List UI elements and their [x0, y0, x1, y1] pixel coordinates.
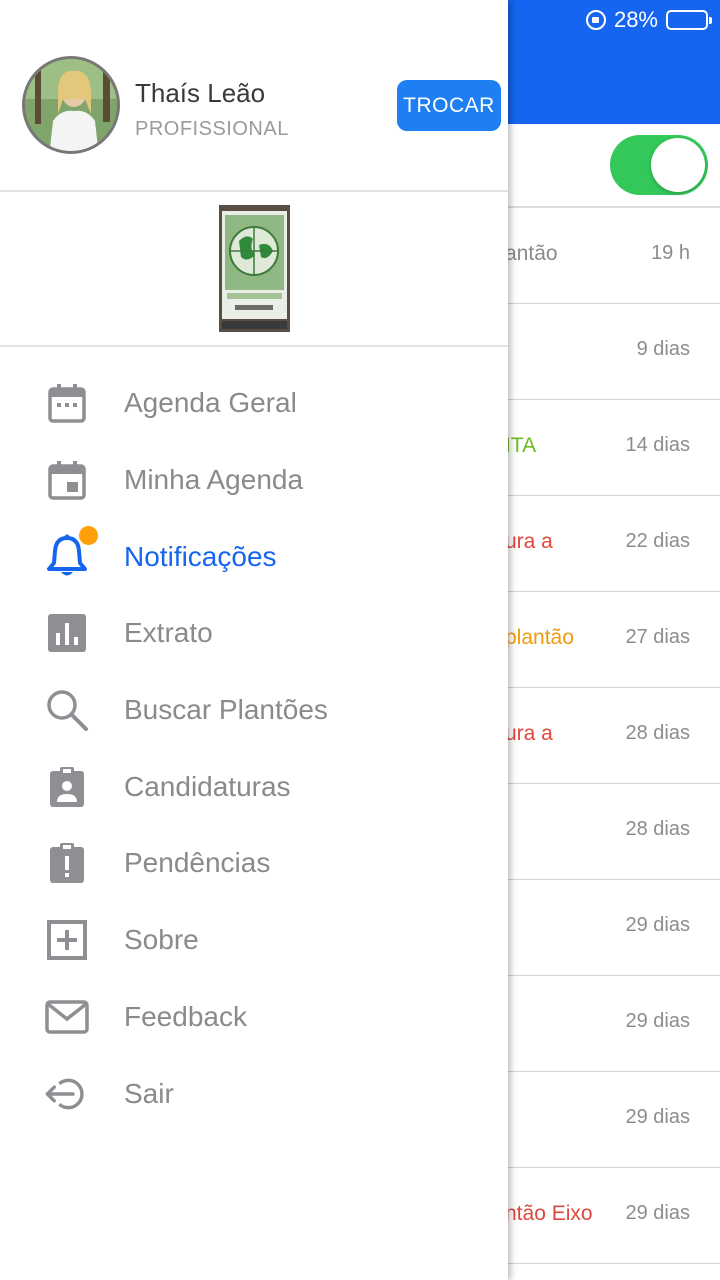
- rotation-lock-icon: [585, 10, 606, 30]
- menu-item-agenda-geral[interactable]: Agenda Geral: [0, 365, 508, 442]
- notification-time: 9 dias: [636, 338, 690, 360]
- menu-item-extrato[interactable]: Extrato: [0, 595, 508, 672]
- notification-time: 28 dias: [625, 818, 691, 840]
- notification-time: 27 dias: [625, 626, 691, 648]
- user-role: PROFISSIONAL: [135, 118, 289, 140]
- menu-item-minha-agenda[interactable]: Minha Agenda: [0, 442, 508, 519]
- battery-icon: [666, 10, 712, 30]
- plus-box-icon: [44, 917, 90, 963]
- menu-item-buscar-plantoes[interactable]: Buscar Plantões: [0, 672, 508, 749]
- organization-logo: [219, 205, 290, 332]
- notification-time: 22 dias: [625, 530, 691, 552]
- toggle-knob: [651, 138, 705, 192]
- profile-header: Thaís Leão PROFISSIONAL TROCAR: [0, 0, 508, 192]
- notification-text: ura a: [505, 722, 553, 745]
- logout-icon: [44, 1071, 90, 1117]
- avatar[interactable]: [22, 56, 120, 154]
- menu-item-label: Agenda Geral: [124, 387, 297, 419]
- calendar-event-icon: [44, 457, 90, 503]
- drawer-menu: Agenda Geral Minha Agenda Notificações Extr…: [0, 365, 508, 1132]
- bell-icon: [44, 525, 98, 580]
- search-icon: [44, 687, 90, 733]
- notification-badge-dot: [79, 525, 98, 545]
- notification-time: 29 dias: [625, 1106, 691, 1128]
- menu-item-label: Candidaturas: [124, 770, 291, 802]
- notification-time: 28 dias: [625, 722, 691, 744]
- menu-item-sair[interactable]: Sair: [0, 1055, 508, 1132]
- menu-item-label: Minha Agenda: [124, 464, 304, 496]
- organization-logo-area: [0, 192, 508, 347]
- notification-text: plantão: [505, 626, 574, 649]
- notification-time: 14 dias: [625, 434, 691, 456]
- battery-percent: 28%: [613, 7, 658, 32]
- notification-time: 29 dias: [625, 914, 691, 936]
- user-name: Thaís Leão: [135, 78, 266, 108]
- notification-text: ura a: [505, 530, 553, 553]
- notification-time: 29 dias: [625, 1010, 691, 1032]
- menu-item-pendencias[interactable]: Pendências: [0, 825, 508, 902]
- menu-item-feedback[interactable]: Feedback: [0, 979, 508, 1056]
- notifications-toggle[interactable]: [610, 135, 708, 195]
- menu-item-sobre[interactable]: Sobre: [0, 902, 508, 979]
- menu-item-label: Notificações: [124, 540, 277, 572]
- menu-item-label: Buscar Plantões: [124, 694, 328, 726]
- switch-profile-button[interactable]: TROCAR: [397, 80, 501, 131]
- menu-item-label: Pendências: [124, 847, 271, 879]
- notification-text: antão: [505, 242, 558, 265]
- menu-item-label: Sair: [124, 1077, 174, 1109]
- notification-time: 29 dias: [625, 1202, 691, 1224]
- menu-item-label: Sobre: [124, 924, 199, 956]
- notification-time: 19 h: [651, 242, 690, 264]
- mail-icon: [44, 994, 90, 1040]
- menu-item-notificacoes[interactable]: Notificações: [0, 518, 508, 595]
- menu-item-label: Feedback: [124, 1000, 247, 1032]
- clipboard-alert-icon: [44, 840, 90, 886]
- status-bar: 28%: [585, 6, 712, 34]
- menu-item-candidaturas[interactable]: Candidaturas: [0, 748, 508, 825]
- menu-item-label: Extrato: [124, 617, 213, 649]
- calendar-icon: [44, 380, 90, 426]
- navigation-drawer: Thaís Leão PROFISSIONAL TROCAR Agenda Ge…: [0, 0, 508, 1280]
- notification-text: ITA: [505, 434, 537, 457]
- bar-chart-icon: [44, 610, 90, 656]
- notification-text: ntão Eixo: [505, 1202, 593, 1225]
- clipboard-user-icon: [44, 764, 90, 810]
